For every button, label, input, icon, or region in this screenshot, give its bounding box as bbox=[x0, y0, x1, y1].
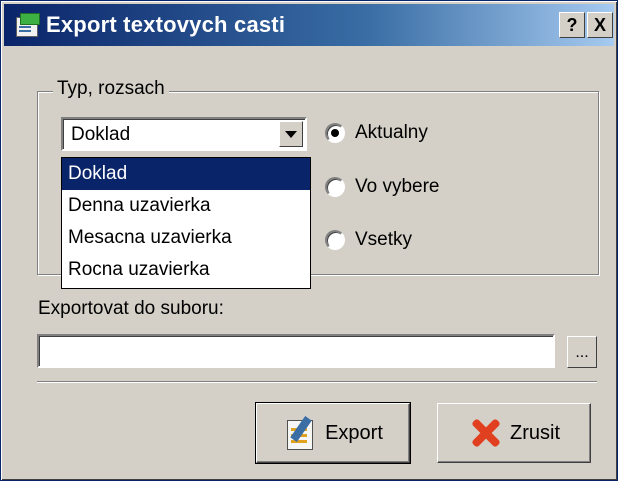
radio-label: Aktualny bbox=[355, 122, 428, 143]
radio-checked-dot bbox=[331, 129, 339, 137]
separator bbox=[37, 381, 597, 383]
radio-aktualny[interactable]: Aktualny bbox=[325, 122, 428, 144]
radio-label: Vo vybere bbox=[355, 176, 440, 197]
export-button[interactable]: Export bbox=[255, 402, 411, 464]
window-title: Export textovych casti bbox=[46, 12, 286, 37]
combo-value: Doklad bbox=[71, 124, 131, 145]
radio-label: Vsetky bbox=[355, 229, 413, 250]
export-button-label: Export bbox=[325, 421, 383, 444]
combo-dropdown-button[interactable] bbox=[279, 121, 303, 147]
cancel-x-icon bbox=[468, 416, 502, 450]
export-dialog: Export textovych casti ? X Typ, rozsach … bbox=[0, 0, 618, 481]
app-icon bbox=[14, 12, 40, 38]
chevron-down-icon bbox=[285, 130, 297, 138]
dropdown-option-mesacna-uzavierka[interactable]: Mesacna uzavierka bbox=[62, 222, 310, 254]
export-icon bbox=[283, 416, 317, 450]
type-dropdown-list: Doklad Denna uzavierka Mesacna uzavierka… bbox=[61, 157, 311, 289]
export-file-label: Exportovat do suboru: bbox=[38, 298, 224, 319]
cancel-button-label: Zrusit bbox=[510, 421, 560, 444]
browse-button[interactable]: ... bbox=[567, 336, 597, 368]
close-button[interactable]: X bbox=[587, 12, 613, 38]
dropdown-option-rocna-uzavierka[interactable]: Rocna uzavierka bbox=[62, 254, 310, 286]
export-file-input[interactable] bbox=[37, 334, 555, 368]
type-combobox[interactable]: Doklad bbox=[61, 117, 307, 151]
radio-vo-vybere[interactable]: Vo vybere bbox=[325, 176, 440, 198]
group-label: Typ, rozsach bbox=[53, 78, 169, 100]
cancel-button[interactable]: Zrusit bbox=[437, 403, 591, 463]
help-button[interactable]: ? bbox=[559, 12, 585, 38]
dropdown-option-doklad[interactable]: Doklad bbox=[62, 158, 310, 190]
radio-circle[interactable] bbox=[325, 177, 345, 197]
radio-circle[interactable] bbox=[325, 230, 345, 250]
dropdown-option-denna-uzavierka[interactable]: Denna uzavierka bbox=[62, 190, 310, 222]
title-bar[interactable]: Export textovych casti ? X bbox=[4, 4, 614, 46]
radio-circle[interactable] bbox=[325, 123, 345, 143]
radio-vsetky[interactable]: Vsetky bbox=[325, 229, 412, 251]
